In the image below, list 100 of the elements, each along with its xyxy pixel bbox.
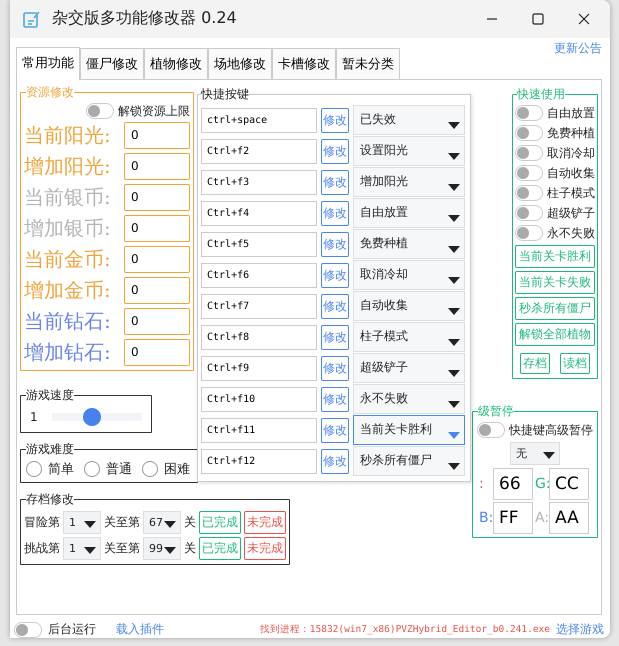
tab[interactable]: 场地修改 xyxy=(208,48,272,79)
resource-input[interactable]: 0 xyxy=(124,246,190,273)
toggle-switch[interactable] xyxy=(477,422,505,438)
select-game-link[interactable]: 选择游戏 xyxy=(556,621,604,638)
toggle-label: 解锁资源上限 xyxy=(118,102,190,120)
slider-thumb[interactable] xyxy=(83,408,102,426)
pause-key-dropdown[interactable]: 无 xyxy=(510,442,560,465)
resource-input[interactable]: 0 xyxy=(124,122,190,149)
toggle-switch[interactable] xyxy=(515,125,543,142)
group-title: 游戏难度 xyxy=(26,440,74,458)
hotkey-input[interactable]: Ctrl+f8 xyxy=(201,324,317,350)
modify-button[interactable]: 修改 xyxy=(321,356,349,381)
tab[interactable]: 卡槽修改 xyxy=(272,48,336,79)
tab[interactable]: 暂未分类 xyxy=(336,48,400,79)
action-dropdown[interactable]: 自动收集 xyxy=(353,291,465,322)
modify-button[interactable]: 修改 xyxy=(321,232,349,257)
hotkey-input[interactable]: Ctrl+f11 xyxy=(201,418,317,443)
resource-input[interactable]: 0 xyxy=(124,338,190,366)
action-dropdown[interactable]: 免费种植 xyxy=(353,229,465,260)
action-dropdown[interactable]: 超级铲子 xyxy=(353,353,465,384)
toggle-switch[interactable] xyxy=(14,622,42,638)
channel-input[interactable]: CC xyxy=(549,468,589,500)
action-dropdown[interactable]: 柱子模式 xyxy=(353,322,465,352)
hotkey-input[interactable]: Ctrl+f10 xyxy=(201,386,317,412)
toggle-label: 取消冷却 xyxy=(547,144,595,162)
range-label: 关至第 xyxy=(104,514,140,532)
tab[interactable]: 植物修改 xyxy=(144,48,208,79)
toggle-switch[interactable] xyxy=(515,205,543,222)
hotkey-input[interactable]: Ctrl+f2 xyxy=(201,138,317,164)
tab[interactable]: 僵尸修改 xyxy=(80,48,144,79)
action-dropdown[interactable]: 增加阳光 xyxy=(353,167,465,198)
hotkey-input[interactable]: ctrl+space xyxy=(201,108,317,133)
toggle-switch[interactable] xyxy=(515,185,543,202)
maximize-icon[interactable] xyxy=(532,12,544,25)
caret-icon xyxy=(448,339,460,346)
resource-label: 增加银币: xyxy=(24,214,112,242)
resource-input[interactable]: 0 xyxy=(124,152,190,180)
action-dropdown[interactable]: 永不失败 xyxy=(353,384,465,414)
modify-button[interactable]: 修改 xyxy=(321,418,349,443)
resource-input[interactable]: 0 xyxy=(124,276,190,304)
action-dropdown[interactable]: 取消冷却 xyxy=(353,260,465,290)
modify-button[interactable]: 修改 xyxy=(321,448,349,474)
toggle-label: 柱子模式 xyxy=(547,184,595,202)
resource-label: 当前银币: xyxy=(24,184,112,211)
channel-label: A: xyxy=(535,510,549,526)
action-dropdown[interactable]: 自由放置 xyxy=(353,198,465,228)
caret-icon xyxy=(543,452,555,459)
modify-button[interactable]: 修改 xyxy=(321,138,349,164)
modify-button[interactable]: 修改 xyxy=(321,262,349,288)
hotkey-input[interactable]: Ctrl+f5 xyxy=(201,232,317,257)
caret-icon xyxy=(448,432,460,440)
level-dropdown[interactable]: 1 xyxy=(63,511,101,534)
caret-icon xyxy=(448,246,460,254)
caret-icon xyxy=(84,547,96,554)
caret-icon xyxy=(448,215,460,222)
action-dropdown[interactable]: 设置阳光 xyxy=(353,136,465,166)
radio-label: 简单 xyxy=(48,460,74,478)
toggle-switch[interactable] xyxy=(515,105,543,122)
modify-button[interactable]: 修改 xyxy=(321,200,349,226)
close-icon[interactable] xyxy=(578,12,590,25)
radio-button[interactable] xyxy=(26,460,42,477)
hotkey-input[interactable]: Ctrl+f12 xyxy=(201,448,317,474)
caret-icon xyxy=(448,277,460,284)
toggle-switch[interactable] xyxy=(515,145,543,162)
hotkey-input[interactable]: Ctrl+f4 xyxy=(201,200,317,226)
tab[interactable]: 常用功能 xyxy=(16,46,80,80)
resource-input[interactable]: 0 xyxy=(124,308,190,335)
channel-input[interactable]: 66 xyxy=(493,468,533,500)
incomplete-button[interactable]: 未完成 xyxy=(244,511,286,534)
incomplete-button[interactable]: 未完成 xyxy=(244,537,286,560)
action-dropdown[interactable]: 已失效 xyxy=(353,105,465,136)
modify-button[interactable]: 修改 xyxy=(321,324,349,350)
modify-button[interactable]: 修改 xyxy=(321,108,349,133)
modify-button[interactable]: 修改 xyxy=(321,170,349,195)
hotkey-input[interactable]: Ctrl+f7 xyxy=(201,294,317,319)
resource-input[interactable]: 0 xyxy=(124,214,190,242)
channel-input[interactable]: AA xyxy=(549,502,589,534)
toggle-switch[interactable] xyxy=(86,103,114,120)
level-dropdown[interactable]: 1 xyxy=(63,537,101,560)
channel-label: G: xyxy=(535,476,549,492)
channel-input[interactable]: FF xyxy=(493,502,533,534)
hotkey-input[interactable]: Ctrl+f9 xyxy=(201,356,317,381)
hotkey-input[interactable]: Ctrl+f6 xyxy=(201,262,317,288)
toggle-switch[interactable] xyxy=(515,165,543,182)
level-dropdown[interactable]: 67 xyxy=(143,511,181,534)
hotkey-input[interactable]: Ctrl+f3 xyxy=(201,170,317,195)
radio-button[interactable] xyxy=(84,460,100,477)
modify-button[interactable]: 修改 xyxy=(321,294,349,319)
action-dropdown[interactable]: 秒杀所有僵尸 xyxy=(353,446,465,476)
caret-icon xyxy=(448,370,460,378)
modify-button[interactable]: 修改 xyxy=(321,386,349,412)
level-dropdown[interactable]: 99 xyxy=(143,537,181,560)
radio-button[interactable] xyxy=(142,460,158,477)
load-plugin-link[interactable]: 载入插件 xyxy=(116,621,164,638)
resource-input[interactable]: 0 xyxy=(124,184,190,211)
action-dropdown[interactable]: 当前关卡胜利 xyxy=(353,415,465,446)
update-notice-link[interactable]: 更新公告 xyxy=(554,40,602,57)
toggle-switch[interactable] xyxy=(515,225,543,242)
caret-icon xyxy=(448,308,460,316)
caret-icon xyxy=(164,521,176,528)
